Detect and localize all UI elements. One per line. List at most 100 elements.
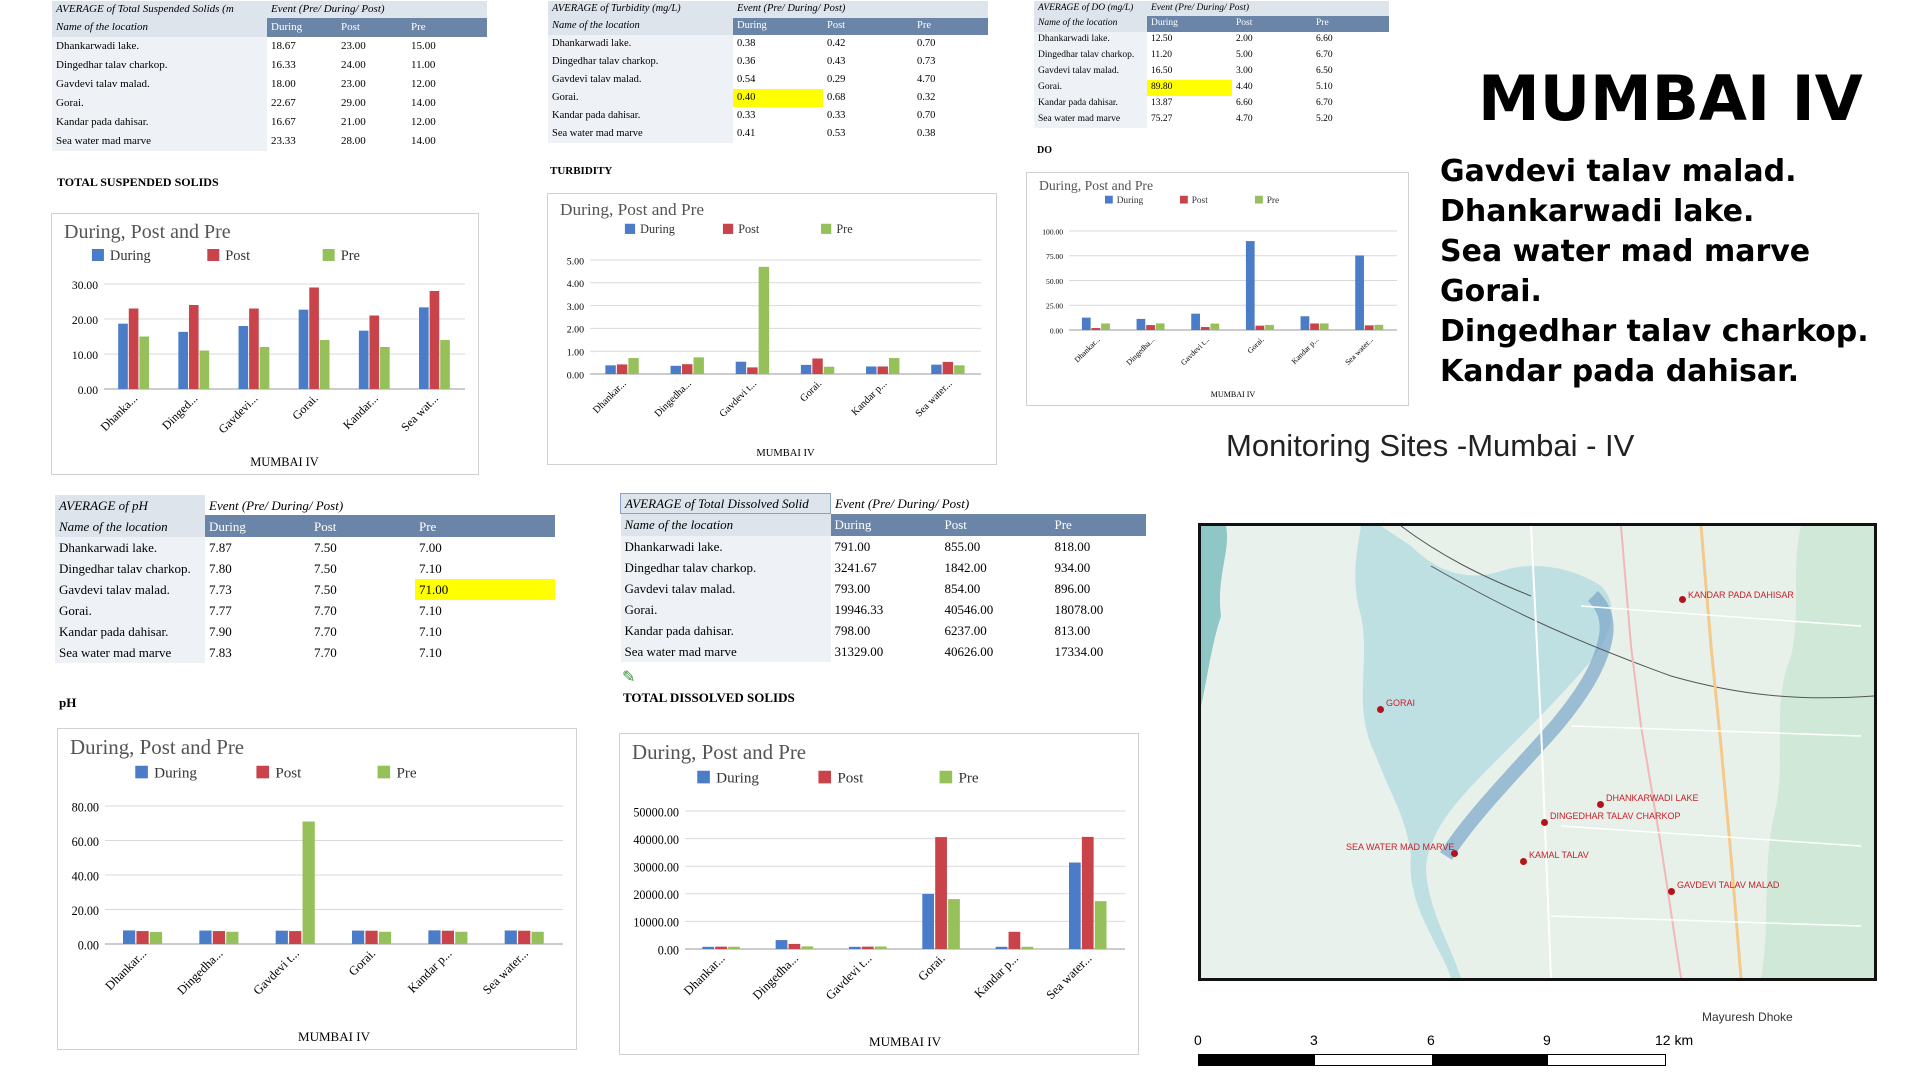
ph-col-name: Name of the location (55, 515, 205, 537)
cell: 6237.00 (944, 622, 987, 638)
row-name: Gavdevi talav malad. (1034, 64, 1147, 80)
bar (352, 930, 365, 944)
bar (378, 931, 392, 944)
map-marker (1520, 858, 1527, 865)
cell: 23.00 (341, 40, 366, 52)
site-item: Dhankarwadi lake. (1440, 194, 1755, 229)
cell: 0.36 (737, 55, 756, 67)
bar (866, 366, 877, 374)
do-col-pre: Pre (1312, 16, 1390, 32)
legend-swatch (1255, 195, 1263, 204)
x-axis-label: MUMBAI IV (298, 1029, 371, 1044)
cell: 18078.00 (1054, 601, 1104, 617)
y-tick-label: 100.00 (1042, 227, 1063, 236)
cell: 7.50 (314, 540, 337, 555)
cell: 29.00 (341, 97, 366, 109)
table-row: Gorai. 22.67 29.00 14.00 (52, 94, 487, 113)
legend-label: Pre (958, 770, 978, 786)
cell: 40546.00 (944, 601, 994, 617)
pencil-icon[interactable]: ✎ (622, 667, 635, 686)
x-tick-label: Gavdevi t... (1179, 335, 1211, 367)
site-map: KANDAR PADA DAHISAR GORAI DHANKARWADI LA… (1198, 523, 1877, 981)
map-label: DINGEDHAR TALAV CHARKOP (1550, 811, 1681, 821)
cell: 798.00 (834, 622, 871, 638)
legend-label: Post (225, 248, 250, 264)
ph-chart: During, Post and Pre During Post Pre 0.00 20.… (57, 728, 577, 1050)
ph-col-pre: Pre (415, 515, 555, 537)
x-axis-label: MUMBAI IV (869, 1034, 942, 1049)
bar (1374, 324, 1384, 330)
tss-table-title: AVERAGE of Total Suspended Solids (m (52, 1, 267, 18)
cell: 896.00 (1054, 580, 1091, 596)
legend-swatch (697, 770, 710, 784)
cell: 0.54 (737, 73, 756, 85)
legend-label: During (1117, 196, 1144, 206)
cell: 0.42 (827, 37, 846, 49)
site-item: Kandar pada dahisar. (1440, 354, 1800, 389)
row-name: Sea water mad marve (548, 125, 733, 143)
cell: 0.32 (917, 91, 936, 103)
bar (877, 366, 888, 374)
y-tick-label: 20000.00 (633, 888, 679, 902)
row-name: Sea water mad marve (1034, 112, 1147, 128)
table-row: Dingedhar talav charkop. 16.33 24.00 11.00 (52, 56, 487, 75)
cell: 21.00 (341, 116, 366, 128)
bar (874, 946, 887, 949)
chart-title: During, Post and Pre (70, 735, 244, 759)
bar (775, 940, 788, 949)
bar (942, 361, 954, 374)
bar (1091, 328, 1101, 330)
tds-col-post: Post (940, 513, 1051, 536)
x-tick-label: Dhankar... (591, 378, 629, 416)
map-label: KANDAR PADA DAHISAR (1688, 590, 1794, 600)
row-name: Gorai. (52, 94, 267, 113)
x-tick-label: Sea water... (914, 378, 955, 419)
x-tick-label: Gorai. (798, 378, 824, 404)
bar (1310, 323, 1319, 330)
bar (1068, 862, 1081, 949)
cell: 16.67 (271, 116, 296, 128)
legend-swatch (1180, 195, 1188, 204)
map-credit: Mayuresh Dhoke (1702, 1010, 1793, 1024)
legend-label: During (716, 770, 759, 786)
bar (531, 931, 544, 944)
cell: 6.70 (1316, 98, 1333, 109)
bar (1136, 318, 1146, 330)
ph-table-event: Event (Pre/ During/ Post) (205, 495, 555, 515)
x-tick-label: Dhanka... (98, 391, 141, 434)
cell: 23.00 (341, 78, 366, 90)
cell: 7.00 (419, 540, 442, 555)
x-tick-label: Gorai. (1245, 335, 1265, 355)
y-tick-label: 0.00 (567, 370, 584, 381)
bar (212, 931, 225, 944)
table-row: Kandar pada dahisar. 7.90 7.70 7.10 (55, 621, 555, 642)
cell: 23.33 (271, 135, 296, 147)
bar (440, 340, 450, 389)
bar (419, 307, 429, 389)
legend-label: Post (275, 765, 302, 781)
cell: 13.87 (1151, 98, 1173, 109)
sites-list: Gavdevi talav malad. Dhankarwadi lake. S… (1440, 152, 1869, 392)
legend-label: Post (738, 222, 760, 236)
legend-swatch (821, 223, 832, 234)
table-row: Sea water mad marve 31329.00 40626.00 17334… (620, 640, 1146, 662)
table-row: Dhankarwadi lake. 12.50 2.00 6.60 (1034, 32, 1389, 48)
tss-col-during: During (267, 18, 337, 37)
cell: 7.80 (209, 561, 232, 576)
cell: 793.00 (834, 580, 871, 596)
table-row: Gorai. 19946.33 40546.00 18078.00 (620, 598, 1146, 620)
turbidity-table-title: AVERAGE of Turbidity (mg/L) (548, 1, 733, 18)
table-row: Dingedhar talav charkop. 7.80 7.50 7.10 (55, 558, 555, 579)
bar (616, 364, 628, 374)
tds-col-name: Name of the location (620, 513, 831, 536)
x-tick-label: Dingedha... (653, 378, 694, 419)
x-axis-label: MUMBAI IV (250, 455, 319, 469)
bar (888, 358, 900, 374)
y-tick-label: 10.00 (72, 349, 98, 362)
bar (1081, 317, 1091, 330)
cell: 813.00 (1054, 622, 1091, 638)
cell: 7.70 (314, 603, 337, 618)
cell: 7.73 (209, 582, 232, 597)
cell: 7.90 (209, 624, 232, 639)
cell: 0.68 (827, 91, 846, 103)
